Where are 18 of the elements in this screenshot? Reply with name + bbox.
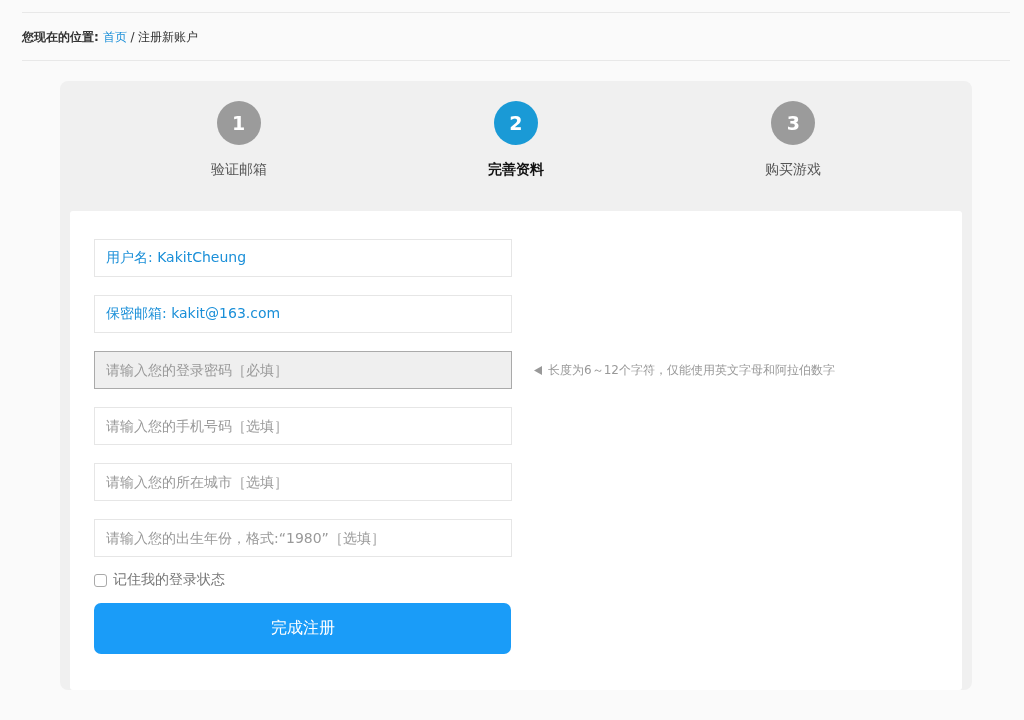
breadcrumb-current: 注册新账户 (138, 30, 199, 44)
breadcrumb-label: 您现在的位置: (22, 30, 99, 44)
input-field[interactable]: 用户名: KakitCheung (94, 239, 512, 277)
step-label: 验证邮箱 (210, 161, 267, 179)
password-hint: 长度为6～12个字符，仅能使用英文字母和阿拉伯数字 (548, 361, 835, 379)
breadcrumb-separator: / (130, 30, 135, 44)
step-number: 2 (494, 101, 538, 145)
step-label: 完善资料 (488, 161, 544, 179)
step-number: 1 (216, 101, 261, 145)
home-link[interactable]: 首页 (102, 30, 127, 44)
input-field[interactable]: 请输入您的登录密码［必填］ (94, 351, 512, 389)
step-label: 购买游戏 (765, 161, 822, 179)
left-triangle-icon (534, 365, 542, 375)
input-field[interactable]: 保密邮箱: kakit@163.com (94, 295, 512, 333)
remember-checkbox[interactable] (94, 573, 107, 587)
remember-label: 记住我的登录状态 (113, 571, 225, 589)
submit-button[interactable]: 完成注册 (94, 603, 511, 654)
step-number: 3 (771, 101, 816, 145)
